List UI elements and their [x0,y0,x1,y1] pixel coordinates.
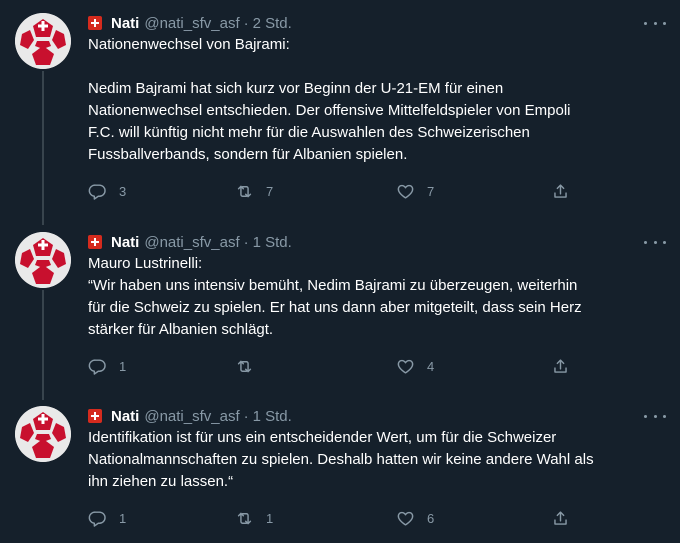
reply-button[interactable]: 1 [88,357,126,376]
retweet-icon [237,185,252,198]
share-icon [554,184,567,198]
football-logo-icon [15,232,71,288]
heart-icon [397,359,414,374]
tweet-text: Nationenwechsel von Bajrami: Nedim Bajra… [88,36,571,163]
swiss-flag-icon [88,409,102,423]
heart-icon [397,184,414,199]
separator-dot: · [243,407,249,425]
like-button[interactable]: 6 [396,509,434,528]
reply-count: 3 [119,184,127,199]
author-handle[interactable]: @nati_sfv_asf [144,408,239,425]
retweet-button[interactable]: 1 [235,509,273,528]
timestamp[interactable]: 2 Std. [253,15,292,32]
author-name[interactable]: Nati [111,234,139,251]
timestamp[interactable]: 1 Std. [253,234,292,251]
reply-icon [88,359,106,375]
football-logo-icon [15,406,71,462]
retweet-count: 1 [266,511,274,526]
reply-button[interactable]: 1 [88,509,126,528]
separator-dot: · [243,233,249,251]
share-icon [554,359,567,373]
thread-line [42,71,44,225]
retweet-button[interactable]: 7 [235,182,273,201]
more-options-icon[interactable] [644,408,666,424]
like-count: 4 [427,359,435,374]
retweet-icon [237,512,252,525]
thread-line [42,290,44,400]
avatar[interactable] [15,232,71,288]
retweet-count: 7 [266,184,274,199]
tweet-actions: 1 1 6 [88,509,608,533]
tweet-header: Nati @nati_sfv_asf · 1 Std. [88,406,666,426]
retweet-button[interactable] [235,357,266,376]
heart-icon [397,511,414,526]
separator-dot: · [243,14,249,32]
swiss-flag-icon [88,235,102,249]
author-handle[interactable]: @nati_sfv_asf [144,15,239,32]
avatar[interactable] [15,13,71,69]
reply-button[interactable]: 3 [88,182,126,201]
more-options-icon[interactable] [644,15,666,31]
share-button[interactable] [551,357,570,376]
reply-icon [88,511,106,527]
author-name[interactable]: Nati [111,408,139,425]
tweet-header: Nati @nati_sfv_asf · 1 Std. [88,232,666,252]
more-options-icon[interactable] [644,234,666,250]
avatar[interactable] [15,406,71,462]
football-logo-icon [15,13,71,69]
tweet-text: Mauro Lustrinelli: “Wir haben uns intens… [88,255,582,338]
timestamp[interactable]: 1 Std. [253,408,292,425]
tweet-actions: 3 7 7 [88,182,608,206]
share-button[interactable] [551,509,570,528]
author-name[interactable]: Nati [111,15,139,32]
swiss-flag-icon [88,16,102,30]
share-button[interactable] [551,182,570,201]
reply-count: 1 [119,511,127,526]
like-button[interactable]: 4 [396,357,434,376]
author-handle[interactable]: @nati_sfv_asf [144,234,239,251]
like-count: 7 [427,184,435,199]
like-button[interactable]: 7 [396,182,434,201]
like-count: 6 [427,511,435,526]
tweet-actions: 1 4 [88,357,608,381]
tweet-header: Nati @nati_sfv_asf · 2 Std. [88,13,666,33]
reply-icon [88,184,106,200]
tweet-text: Identifikation ist für uns ein entscheid… [88,429,594,490]
reply-count: 1 [119,359,127,374]
retweet-icon [237,360,252,373]
share-icon [554,511,567,525]
